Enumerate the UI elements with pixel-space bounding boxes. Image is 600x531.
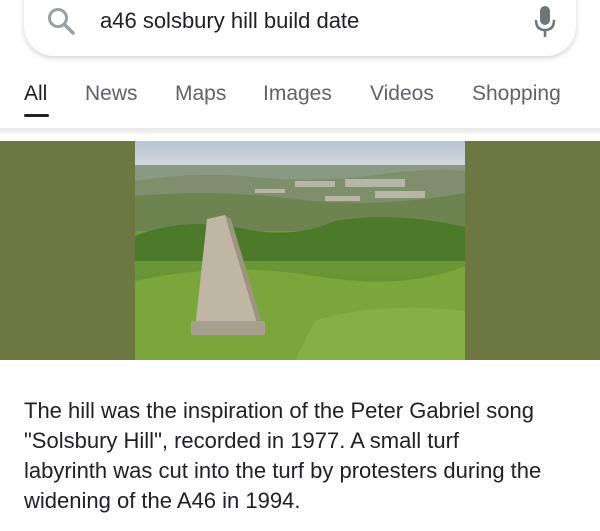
- tab-videos[interactable]: Videos: [370, 81, 434, 107]
- tab-news[interactable]: News: [85, 81, 138, 107]
- tab-maps[interactable]: Maps: [175, 81, 226, 107]
- search-tabs: All News Maps Images Videos Shopping: [0, 76, 600, 128]
- description-line: labyrinth was cut into the turf by prote…: [24, 458, 542, 483]
- description-line: The hill was the inspiration of the Pete…: [24, 398, 534, 423]
- description-text: The hill was the inspiration of the Pete…: [24, 396, 600, 516]
- solsbury-hill-photo[interactable]: [135, 141, 465, 360]
- tabs-divider: [0, 128, 600, 134]
- active-tab-indicator: [24, 114, 49, 117]
- search-input[interactable]: a46 solsbury hill build date: [100, 6, 359, 36]
- description-line: widening of the A46 in 1994.: [24, 488, 301, 513]
- search-icon[interactable]: [46, 6, 76, 36]
- image-panel: [0, 141, 600, 360]
- search-bar[interactable]: a46 solsbury hill build date: [24, 0, 576, 56]
- tab-shopping[interactable]: Shopping: [472, 81, 561, 107]
- microphone-icon[interactable]: [534, 6, 556, 38]
- tab-images[interactable]: Images: [263, 81, 332, 107]
- description-line: "Solsbury Hill", recorded in 1977. A sma…: [24, 428, 460, 453]
- tab-all[interactable]: All: [24, 81, 47, 107]
